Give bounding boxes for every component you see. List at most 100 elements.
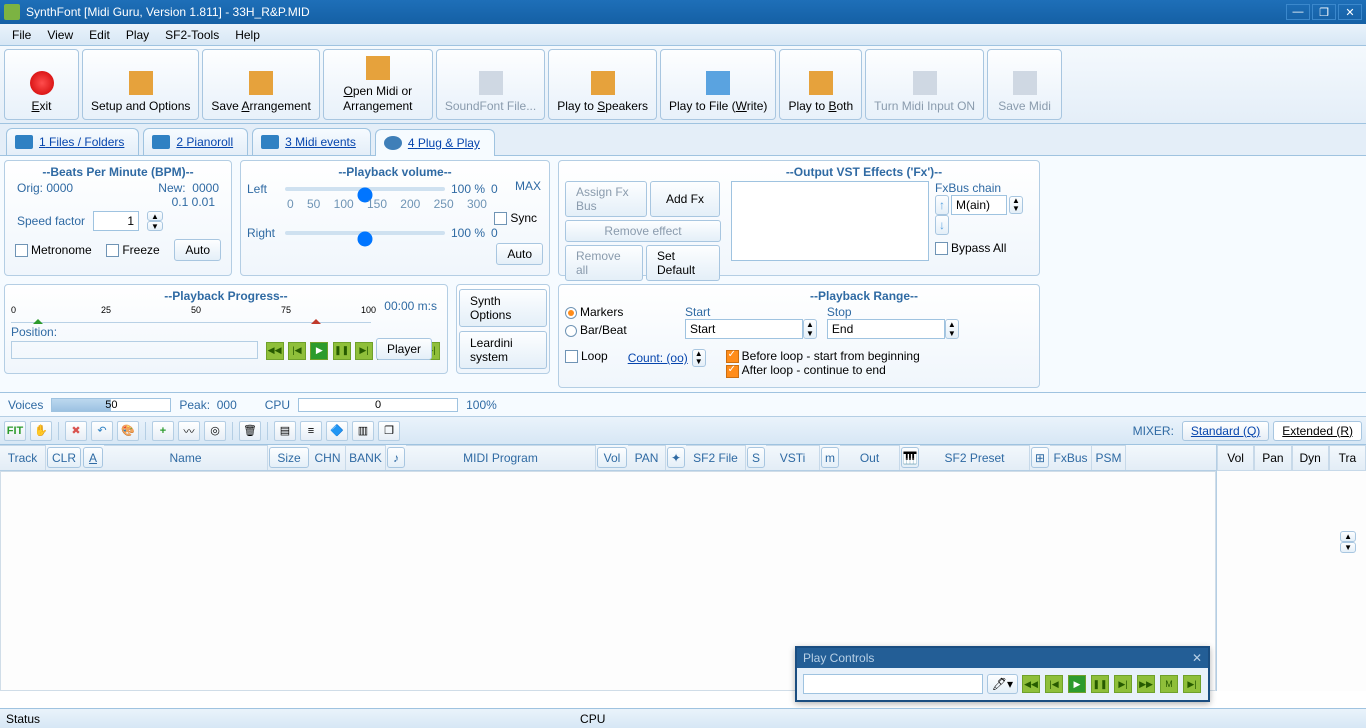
right-slider[interactable] xyxy=(285,225,445,241)
after-loop-checkbox[interactable]: After loop - continue to end xyxy=(726,363,920,377)
trash-icon[interactable]: 🗑 xyxy=(239,421,261,441)
play-controls-bar[interactable] xyxy=(803,674,983,694)
col-sf-icon[interactable]: S xyxy=(747,447,765,468)
play-button[interactable]: ▶ xyxy=(310,342,328,360)
menu-play[interactable]: Play xyxy=(118,26,157,44)
col-music-icon[interactable]: ♪ xyxy=(387,447,405,468)
sync-checkbox[interactable]: Sync xyxy=(494,211,537,225)
mixer-spin-up[interactable]: ▲ xyxy=(1340,531,1356,542)
col-a[interactable]: A xyxy=(83,447,103,468)
maximize-button[interactable]: ❐ xyxy=(1312,4,1336,20)
play-file-button[interactable]: Play to File (Write) xyxy=(660,49,776,120)
before-loop-checkbox[interactable]: Before loop - start from beginning xyxy=(726,349,920,363)
menu-sf2tools[interactable]: SF2-Tools xyxy=(157,26,227,44)
pc-forward[interactable]: ▶▶ xyxy=(1137,675,1155,693)
synth-options-button[interactable]: Synth Options xyxy=(459,289,547,327)
leardini-button[interactable]: Leardini system xyxy=(459,331,547,369)
col-fx-icon[interactable]: ✦ xyxy=(667,447,685,468)
soundfont-file-button[interactable]: SoundFont File... xyxy=(436,49,545,120)
col-midiprogram[interactable]: MIDI Program xyxy=(406,445,596,470)
open-midi-button[interactable]: Open Midi orArrangement xyxy=(323,49,433,120)
minimize-button[interactable]: — xyxy=(1286,4,1310,20)
assign-fxbus-button[interactable]: Assign Fx Bus xyxy=(565,181,647,217)
col-chn[interactable]: CHN xyxy=(310,445,346,470)
tab-plugplay[interactable]: 4 Plug & Play xyxy=(375,129,495,156)
stack-icon[interactable]: ≡ xyxy=(300,421,322,441)
piano-icon[interactable]: ▥ xyxy=(352,421,374,441)
stop-select[interactable] xyxy=(827,319,945,339)
start-select[interactable] xyxy=(685,319,803,339)
menu-file[interactable]: File xyxy=(4,26,39,44)
col-vsti[interactable]: VSTi xyxy=(766,445,820,470)
menu-help[interactable]: Help xyxy=(227,26,268,44)
pc-m[interactable]: M xyxy=(1160,675,1178,693)
midi-input-button[interactable]: Turn Midi Input ON xyxy=(865,49,984,120)
menu-edit[interactable]: Edit xyxy=(81,26,118,44)
pc-play[interactable]: ▶ xyxy=(1068,675,1086,693)
player-button[interactable]: Player xyxy=(376,338,432,360)
col-psm[interactable]: PSM xyxy=(1092,445,1126,470)
pc-pause[interactable]: ❚❚ xyxy=(1091,675,1109,693)
play-controls-window[interactable]: Play Controls ✕ 🖊▾ ◀◀ |◀ ▶ ❚❚ ▶| ▶▶ M ▶| xyxy=(795,646,1210,702)
mixer-spin-down[interactable]: ▼ xyxy=(1340,542,1356,553)
tool-icon[interactable]: 🎨 xyxy=(117,421,139,441)
fxbus-select[interactable] xyxy=(951,195,1007,215)
copy-icon[interactable]: ❐ xyxy=(378,421,400,441)
pc-rewind[interactable]: ◀◀ xyxy=(1022,675,1040,693)
end-marker-icon[interactable] xyxy=(311,314,321,324)
mixcol-pan[interactable]: Pan xyxy=(1254,445,1291,471)
remove-effect-button[interactable]: Remove effect xyxy=(565,220,721,242)
undo-icon[interactable]: ↶ xyxy=(91,421,113,441)
col-clr[interactable]: CLR xyxy=(47,447,81,468)
metronome-checkbox[interactable]: Metronome xyxy=(15,243,92,257)
play-controls-close[interactable]: ✕ xyxy=(1192,651,1202,665)
count-link[interactable]: Count: (oo) xyxy=(628,351,688,365)
col-bus-icon[interactable]: ⊞ xyxy=(1031,447,1049,468)
col-sf2preset[interactable]: SF2 Preset xyxy=(920,445,1030,470)
add-icon[interactable]: + xyxy=(152,421,174,441)
save-midi-button[interactable]: Save Midi xyxy=(987,49,1062,120)
start-marker-icon[interactable] xyxy=(33,314,43,324)
hand-icon[interactable]: ✋ xyxy=(30,421,52,441)
freeze-checkbox[interactable]: Freeze xyxy=(106,243,159,257)
mixcol-dyn[interactable]: Dyn xyxy=(1292,445,1329,471)
wave-icon[interactable]: 〰 xyxy=(178,421,200,441)
fit-button[interactable]: FIT xyxy=(4,421,26,441)
speed-down-button[interactable]: ▼ xyxy=(147,221,163,231)
close-button[interactable]: ✕ xyxy=(1338,4,1362,20)
play-both-button[interactable]: Play to Both xyxy=(779,49,862,120)
count-spinner[interactable]: ▲▼ xyxy=(692,349,706,367)
loop-checkbox[interactable]: Loop xyxy=(565,349,608,363)
bpm-auto-button[interactable]: Auto xyxy=(174,239,221,261)
pc-end[interactable]: ▶| xyxy=(1183,675,1201,693)
setup-button[interactable]: Setup and Options xyxy=(82,49,199,120)
save-arrangement-button[interactable]: Save Arrangement xyxy=(202,49,319,120)
speed-input[interactable] xyxy=(93,211,139,231)
col-name[interactable]: Name xyxy=(104,445,268,470)
col-sf2file[interactable]: SF2 File xyxy=(686,445,746,470)
barbeat-radio[interactable]: Bar/Beat xyxy=(565,323,665,337)
speed-up-button[interactable]: ▲ xyxy=(147,211,163,221)
rewind-button[interactable]: ◀◀ xyxy=(266,342,284,360)
col-bank[interactable]: BANK xyxy=(346,445,386,470)
layers-icon[interactable]: ▤ xyxy=(274,421,296,441)
fx-listbox[interactable] xyxy=(731,181,929,261)
set-default-button[interactable]: Set Default xyxy=(646,245,720,281)
play-speakers-button[interactable]: Play to Speakers xyxy=(548,49,657,120)
remove-all-button[interactable]: Remove all xyxy=(565,245,643,281)
col-pan[interactable]: PAN xyxy=(628,445,666,470)
brush-icon[interactable]: 🖊▾ xyxy=(987,674,1018,694)
pause-button[interactable]: ❚❚ xyxy=(333,342,351,360)
tab-pianoroll[interactable]: 2 Pianoroll xyxy=(143,128,248,155)
col-out[interactable]: Out xyxy=(840,445,900,470)
color-icon[interactable]: 🔷 xyxy=(326,421,348,441)
mixcol-tra[interactable]: Tra xyxy=(1329,445,1366,471)
mixer-standard-button[interactable]: Standard (Q) xyxy=(1182,421,1269,441)
pc-next[interactable]: ▶| xyxy=(1114,675,1132,693)
fxbus-up-button[interactable]: ↑ xyxy=(935,195,949,215)
exit-button[interactable]: Exit xyxy=(4,49,79,120)
position-bar[interactable] xyxy=(11,341,258,359)
next-button[interactable]: ▶| xyxy=(355,342,373,360)
add-fx-button[interactable]: Add Fx xyxy=(650,181,720,217)
fxbus-down-button[interactable]: ↓ xyxy=(935,215,949,235)
